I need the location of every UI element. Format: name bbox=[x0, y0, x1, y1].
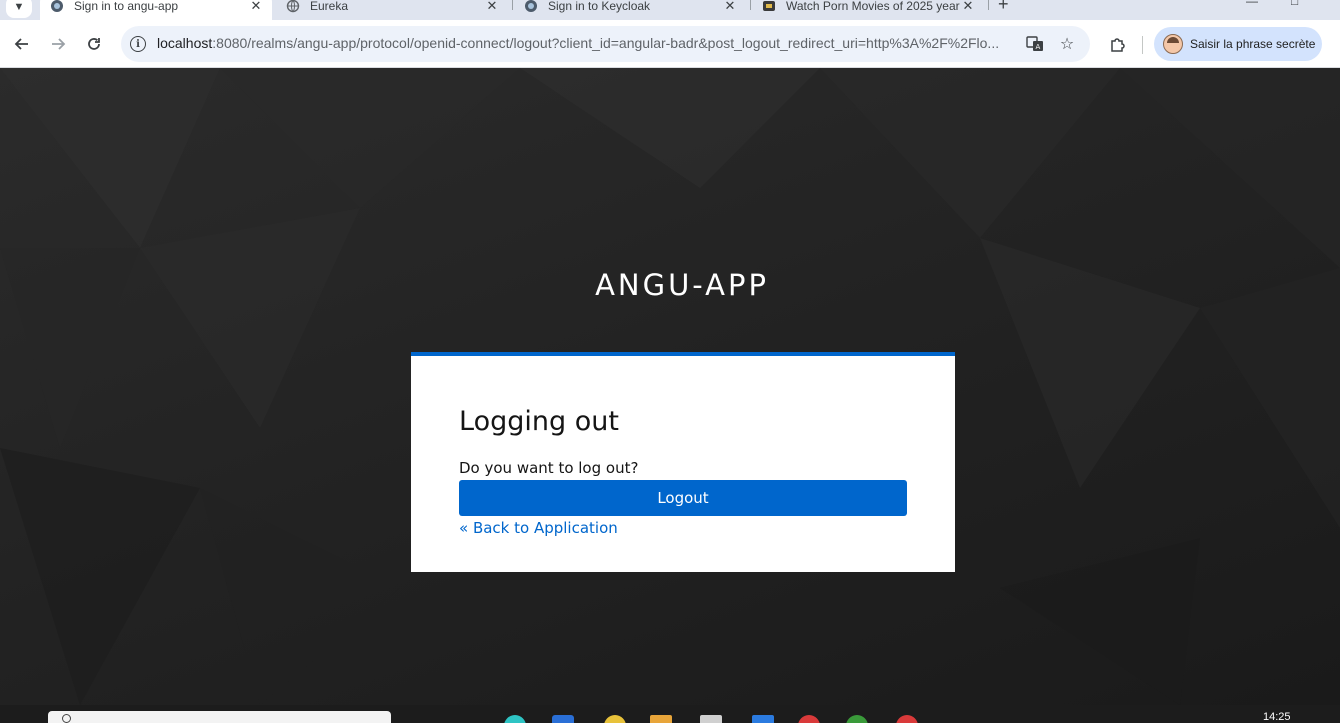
page-title: Logging out bbox=[459, 406, 619, 437]
svg-text:A: A bbox=[1036, 43, 1041, 51]
translate-icon[interactable]: A bbox=[1025, 34, 1045, 54]
maximize-window-icon[interactable]: □ bbox=[1291, 0, 1298, 8]
close-tab-icon[interactable]: ✕ bbox=[722, 0, 738, 14]
profile-button[interactable]: Saisir la phrase secrète bbox=[1154, 27, 1322, 61]
app-icon[interactable] bbox=[604, 715, 626, 723]
folder-icon[interactable] bbox=[650, 715, 672, 723]
keycloak-favicon-icon bbox=[50, 0, 64, 13]
tab-separator bbox=[988, 0, 989, 10]
url-host: localhost bbox=[157, 35, 213, 51]
tab-eureka[interactable]: Eureka ✕ bbox=[276, 0, 508, 20]
tab-title: Watch Porn Movies of 2025 year bbox=[786, 0, 960, 13]
taskbar-clock: 14:25 bbox=[1263, 711, 1291, 723]
url-path: :8080/realms/angu-app/protocol/openid-co… bbox=[212, 35, 1000, 51]
site-favicon-icon bbox=[762, 0, 776, 13]
chevron-down-icon: ▼ bbox=[13, 1, 25, 13]
app-icon[interactable] bbox=[896, 715, 918, 723]
tab-sign-in-keycloak[interactable]: Sign in to Keycloak ✕ bbox=[514, 0, 746, 20]
taskbar-search-box[interactable] bbox=[48, 711, 391, 723]
close-tab-icon[interactable]: ✕ bbox=[484, 0, 500, 14]
back-arrow-icon[interactable] bbox=[10, 32, 34, 56]
search-icon bbox=[62, 714, 71, 723]
app-icon[interactable] bbox=[846, 715, 868, 723]
globe-icon bbox=[286, 0, 300, 13]
logout-button[interactable]: Logout bbox=[459, 480, 907, 516]
keycloak-favicon-icon bbox=[524, 0, 538, 13]
app-icon[interactable] bbox=[504, 715, 526, 723]
profile-label: Saisir la phrase secrète bbox=[1190, 37, 1316, 51]
avatar bbox=[1163, 34, 1183, 54]
app-icon[interactable] bbox=[700, 715, 722, 723]
tab-movies[interactable]: Watch Porn Movies of 2025 year ✕ bbox=[752, 0, 984, 20]
app-icon[interactable] bbox=[752, 715, 774, 723]
tab-title: Sign in to angu-app bbox=[74, 0, 179, 13]
chrome-icon[interactable] bbox=[798, 715, 820, 723]
tab-separator bbox=[512, 0, 513, 10]
realm-name: ANGU-APP bbox=[595, 268, 769, 302]
logout-card: Logging out Do you want to log out? Logo… bbox=[411, 352, 955, 572]
tab-title: Eureka bbox=[310, 0, 349, 13]
tab-strip: ▼ Sign in to angu-app ✕ Eureka ✕ Sign in… bbox=[0, 0, 1340, 20]
tab-sign-in-angu-app[interactable]: Sign in to angu-app ✕ bbox=[40, 0, 272, 20]
bookmark-star-icon[interactable]: ☆ bbox=[1057, 34, 1077, 54]
forward-arrow-icon[interactable] bbox=[46, 32, 70, 56]
url-text[interactable]: localhost:8080/realms/angu-app/protocol/… bbox=[157, 35, 1015, 51]
tab-separator bbox=[750, 0, 751, 10]
address-bar[interactable]: i localhost:8080/realms/angu-app/protoco… bbox=[121, 26, 1090, 62]
browser-toolbar: i localhost:8080/realms/angu-app/protoco… bbox=[0, 20, 1340, 68]
close-tab-icon[interactable]: ✕ bbox=[248, 0, 264, 14]
app-icon[interactable] bbox=[552, 715, 574, 723]
site-info-icon[interactable]: i bbox=[130, 36, 146, 52]
logout-question: Do you want to log out? bbox=[459, 459, 639, 477]
reload-icon[interactable] bbox=[82, 32, 106, 56]
minimize-window-icon[interactable]: — bbox=[1246, 0, 1258, 8]
tab-title: Sign in to Keycloak bbox=[548, 0, 651, 13]
tab-search-button[interactable]: ▼ bbox=[6, 0, 32, 18]
new-tab-icon[interactable]: + bbox=[998, 0, 1009, 15]
back-to-application-link[interactable]: « Back to Application bbox=[459, 519, 618, 537]
toolbar-separator bbox=[1142, 36, 1143, 54]
close-tab-icon[interactable]: ✕ bbox=[960, 0, 976, 14]
keycloak-logout-page: ANGU-APP Logging out Do you want to log … bbox=[0, 68, 1340, 705]
os-taskbar: 14:25 bbox=[0, 705, 1340, 723]
extensions-puzzle-icon[interactable] bbox=[1106, 32, 1130, 56]
